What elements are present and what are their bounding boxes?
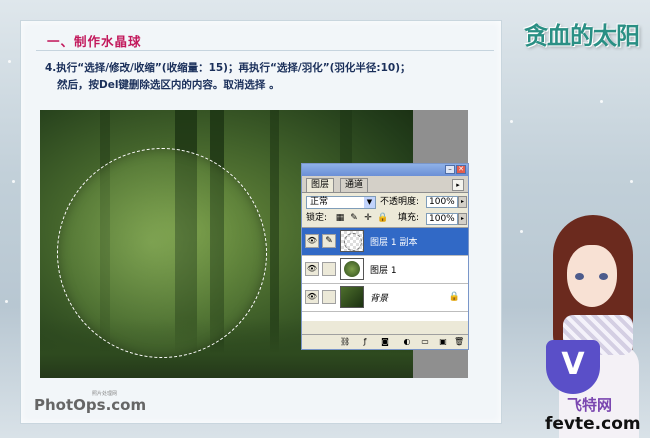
fill-label: 填充: [398, 213, 420, 223]
padlock-icon: 🔒 [448, 292, 460, 302]
fevte-v-logo: V [546, 340, 600, 394]
section-title: 一、制作水晶球 [47, 34, 142, 49]
fill-input[interactable]: 100% [426, 213, 458, 225]
girl-eye [575, 273, 584, 280]
layer-style-icon[interactable]: ƒ [360, 337, 370, 347]
step-line-2: 然后，按Del键删除选区内的内容。取消选择 。 [57, 79, 280, 91]
eye-icon[interactable]: 👁 [305, 262, 319, 276]
layer-row-copy[interactable]: 👁 ✎ 图层 1 副本 [302, 228, 468, 256]
layer-thumbnail [340, 230, 364, 252]
site-logo: 贪血的太阳 [524, 21, 640, 50]
lock-row: 锁定: ▦ ✎ ✛ 🔒 填充: 100% ▸ [302, 211, 468, 228]
step-instruction: 4.执行“选择/修改/收缩”(收缩量：15)；再执行“选择/羽化”(羽化半径:1… [45, 60, 492, 94]
tab-channels[interactable]: 通道 [340, 178, 369, 192]
layer-thumbnail [340, 286, 364, 308]
palette-menu-icon[interactable]: ▸ [452, 179, 464, 191]
folder-icon[interactable]: ▭ [420, 337, 430, 347]
layer-name: 图层 1 副本 [370, 238, 418, 248]
transparency-lock-icon[interactable]: ▦ [335, 213, 345, 223]
opacity-slider-arrow-icon[interactable]: ▸ [458, 196, 467, 208]
snowflake [520, 230, 523, 233]
palette-footer: ⛓ ƒ ◙ ◐ ▭ ▣ 🗑 [302, 334, 468, 349]
layer-thumbnail [340, 258, 364, 280]
selection-marquee[interactable] [57, 148, 267, 358]
watermark-fevte-cn: 飞特网 [567, 396, 613, 414]
trash-icon[interactable]: 🗑 [454, 337, 464, 347]
eye-icon[interactable]: 👁 [305, 290, 319, 304]
snowflake [600, 100, 603, 103]
blend-mode-value: 正常 [310, 197, 329, 207]
eye-icon[interactable]: 👁 [305, 234, 319, 248]
layer-name: 背景 [370, 294, 389, 304]
layer-name: 图层 1 [370, 266, 397, 276]
palette-titlebar[interactable]: – ✕ [302, 164, 468, 176]
step-line-1: 4.执行“选择/修改/收缩”(收缩量：15)；再执行“选择/羽化”(羽化半径:1… [45, 62, 411, 74]
snowflake [5, 300, 8, 303]
blend-mode-select[interactable]: 正常 ▼ [306, 196, 376, 209]
move-lock-icon[interactable]: ✛ [363, 213, 373, 223]
watermark-photops: PhotOps.com [34, 396, 147, 414]
close-icon[interactable]: ✕ [456, 165, 466, 174]
layers-palette: – ✕ 图层 通道 ▸ 正常 ▼ 不透明度: 100% ▸ 锁定: ▦ ✎ ✛ … [301, 163, 469, 350]
adjustment-icon[interactable]: ◐ [402, 337, 412, 347]
snowflake [630, 180, 633, 183]
snowflake [8, 60, 11, 63]
girl-face [567, 245, 617, 307]
chevron-down-icon: ▼ [364, 197, 375, 208]
title-divider [36, 50, 494, 51]
snowflake [12, 180, 15, 183]
watermark-fevte-en: fevte.com [545, 414, 641, 434]
brush-lock-icon[interactable]: ✎ [349, 213, 359, 223]
opacity-input[interactable]: 100% [426, 196, 458, 208]
lock-label: 锁定: [306, 213, 328, 223]
padlock-icon[interactable]: 🔒 [377, 213, 388, 223]
tab-layers[interactable]: 图层 [306, 178, 335, 192]
brush-link-icon[interactable]: ✎ [322, 234, 336, 248]
new-layer-icon[interactable]: ▣ [438, 337, 448, 347]
snowflake [510, 120, 513, 123]
link-slot[interactable] [322, 290, 336, 304]
opacity-label: 不透明度: [380, 197, 420, 207]
link-layers-icon[interactable]: ⛓ [340, 337, 350, 347]
watermark-photops-sub: 照片处理网 [92, 391, 118, 397]
palette-tabs: 图层 通道 ▸ [302, 176, 468, 193]
mask-icon[interactable]: ◙ [380, 337, 390, 347]
blend-row: 正常 ▼ 不透明度: 100% ▸ [302, 193, 468, 211]
girl-eye [599, 273, 608, 280]
layer-row-1[interactable]: 👁 图层 1 [302, 256, 468, 284]
link-slot[interactable] [322, 262, 336, 276]
layer-row-background[interactable]: 👁 背景 🔒 [302, 284, 468, 312]
minimize-icon[interactable]: – [445, 165, 455, 174]
fill-slider-arrow-icon[interactable]: ▸ [458, 213, 467, 225]
layers-list: 👁 ✎ 图层 1 副本 👁 图层 1 👁 背景 🔒 [302, 228, 468, 321]
